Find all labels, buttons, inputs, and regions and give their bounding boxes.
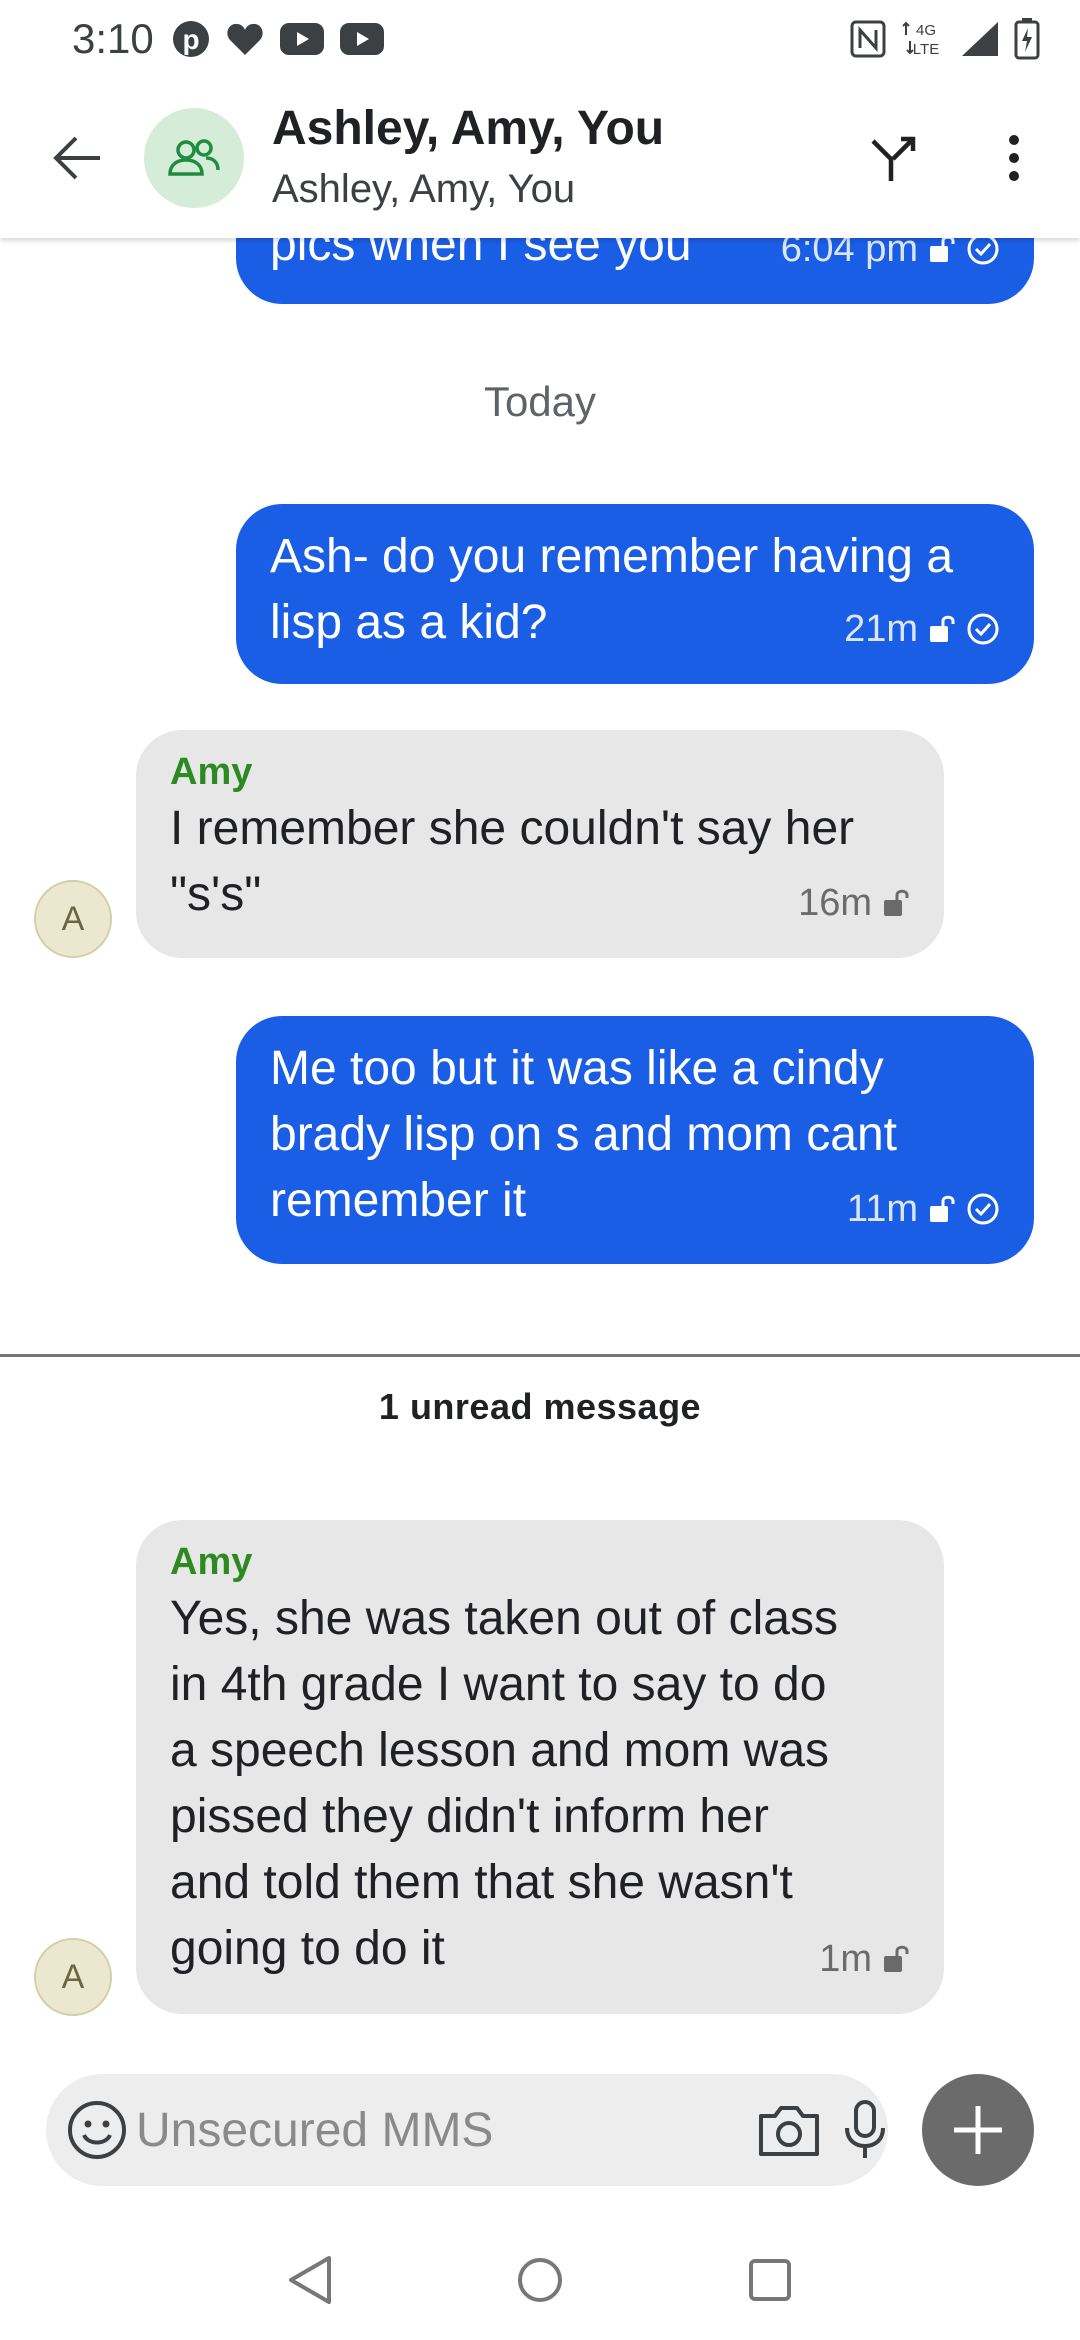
message-bubble-incoming[interactable]: Amy I remember she couldn't say her "s's…	[136, 730, 944, 958]
sender-avatar[interactable]: A	[34, 1938, 112, 2016]
unlock-icon	[930, 238, 955, 262]
unread-label: 1 unread message	[378, 1386, 702, 1427]
message-meta: 1m	[819, 1926, 910, 1992]
youtube-icon	[279, 23, 324, 55]
status-time: 3:10	[72, 15, 154, 62]
group-avatar[interactable]	[144, 108, 244, 208]
conversation-title: Ashley, Amy, You	[272, 102, 665, 155]
sender-name: Amy	[170, 1541, 253, 1583]
message-bubble-outgoing[interactable]: pics when I see you 6:04 pm	[236, 238, 1034, 304]
more-vert-icon	[1009, 135, 1019, 181]
message-time: 16m	[798, 882, 872, 924]
conversation-subtitle: Ashley, Amy, You	[272, 167, 576, 211]
sender-name: Amy	[170, 751, 253, 793]
status-bar: 3:10 p 4G LTE	[0, 0, 1080, 78]
camera-icon	[759, 2106, 819, 2156]
system-nav-bar	[0, 2220, 1080, 2340]
svg-text:p: p	[182, 24, 199, 55]
message-time: 1m	[819, 1938, 872, 1980]
triangle-back-icon	[289, 2256, 331, 2304]
message-meta: 11m	[847, 1176, 1000, 1242]
group-icon	[168, 139, 220, 176]
message-time: 21m	[844, 608, 918, 650]
unlock-icon	[884, 889, 909, 916]
merge-icon	[871, 136, 916, 181]
arrow-back-icon	[53, 136, 100, 180]
delivered-check-icon	[967, 613, 999, 645]
youtube-icon	[339, 23, 384, 55]
message-bubble-outgoing[interactable]: Me too but it was like a cindy brady lis…	[236, 1016, 1034, 1264]
conversation-title-block[interactable]: Ashley, Amy, You Ashley, Amy, You	[272, 101, 664, 215]
plus-icon	[954, 2106, 1002, 2154]
compose-bar	[46, 2074, 888, 2186]
message-text: pics when I see you	[270, 238, 692, 271]
more-options-button[interactable]	[974, 118, 1054, 198]
message-text: I remember she couldn't say her "s's"	[170, 802, 855, 921]
back-button[interactable]	[38, 118, 118, 198]
network-label-bottom: LTE	[913, 41, 939, 58]
day-divider: Today	[483, 378, 597, 425]
4g-lte-icon: 4G LTE	[900, 19, 946, 59]
nav-recents-button[interactable]	[735, 2245, 805, 2315]
nav-home-button[interactable]	[505, 2245, 575, 2315]
message-time: 6:04 pm	[780, 238, 918, 270]
message-text: Yes, she was taken out of class in 4th g…	[170, 1592, 838, 1975]
message-bubble-outgoing[interactable]: Ash- do you remember having a lisp as a …	[236, 504, 1034, 684]
unlock-icon	[930, 1195, 955, 1222]
camera-button[interactable]	[757, 2090, 821, 2170]
conversation-header: Ashley, Amy, You Ashley, Amy, You	[0, 78, 1080, 238]
merge-button[interactable]	[854, 118, 934, 198]
message-meta: 6:04 pm	[781, 238, 1000, 282]
battery-icon	[1014, 18, 1040, 60]
nav-back-button[interactable]	[275, 2245, 345, 2315]
message-bubble-incoming[interactable]: Amy Yes, she was taken out of class in 4…	[136, 1520, 944, 2014]
message-time: 11m	[846, 1188, 918, 1230]
delivered-check-icon	[967, 1193, 999, 1225]
sender-avatar[interactable]: A	[34, 880, 112, 958]
header-actions	[854, 118, 1054, 198]
signal-icon	[960, 20, 1000, 58]
unread-divider	[0, 1354, 1080, 1357]
square-recents-icon	[749, 2259, 791, 2301]
emoji-icon	[68, 2101, 126, 2159]
delivered-check-icon	[967, 238, 999, 265]
notification-icons: p	[172, 20, 384, 58]
network-label-top: 4G	[916, 22, 936, 39]
message-list[interactable]: pics when I see you 6:04 pm Today Ash- d…	[0, 238, 1080, 2068]
message-input[interactable]	[136, 2102, 757, 2158]
message-text: Me too but it was like a cindy brady lis…	[270, 1042, 897, 1227]
unlock-icon	[884, 1945, 909, 1972]
message-meta: 16m	[798, 870, 910, 936]
unlock-icon	[930, 615, 955, 642]
pinterest-icon: p	[172, 20, 210, 58]
emoji-button[interactable]	[66, 2090, 128, 2170]
nfc-icon	[850, 20, 886, 58]
heart-icon	[226, 21, 264, 57]
attach-button[interactable]	[922, 2074, 1034, 2186]
messaging-screen: 3:10 p 4G LTE Ashley, Amy, You Ashley, A…	[0, 0, 1080, 2340]
circle-home-icon	[518, 2258, 562, 2302]
system-icons: 4G LTE	[850, 18, 1040, 60]
voice-record-button[interactable]	[841, 2090, 889, 2170]
microphone-icon	[845, 2100, 885, 2158]
message-meta: 21m	[844, 596, 1000, 662]
